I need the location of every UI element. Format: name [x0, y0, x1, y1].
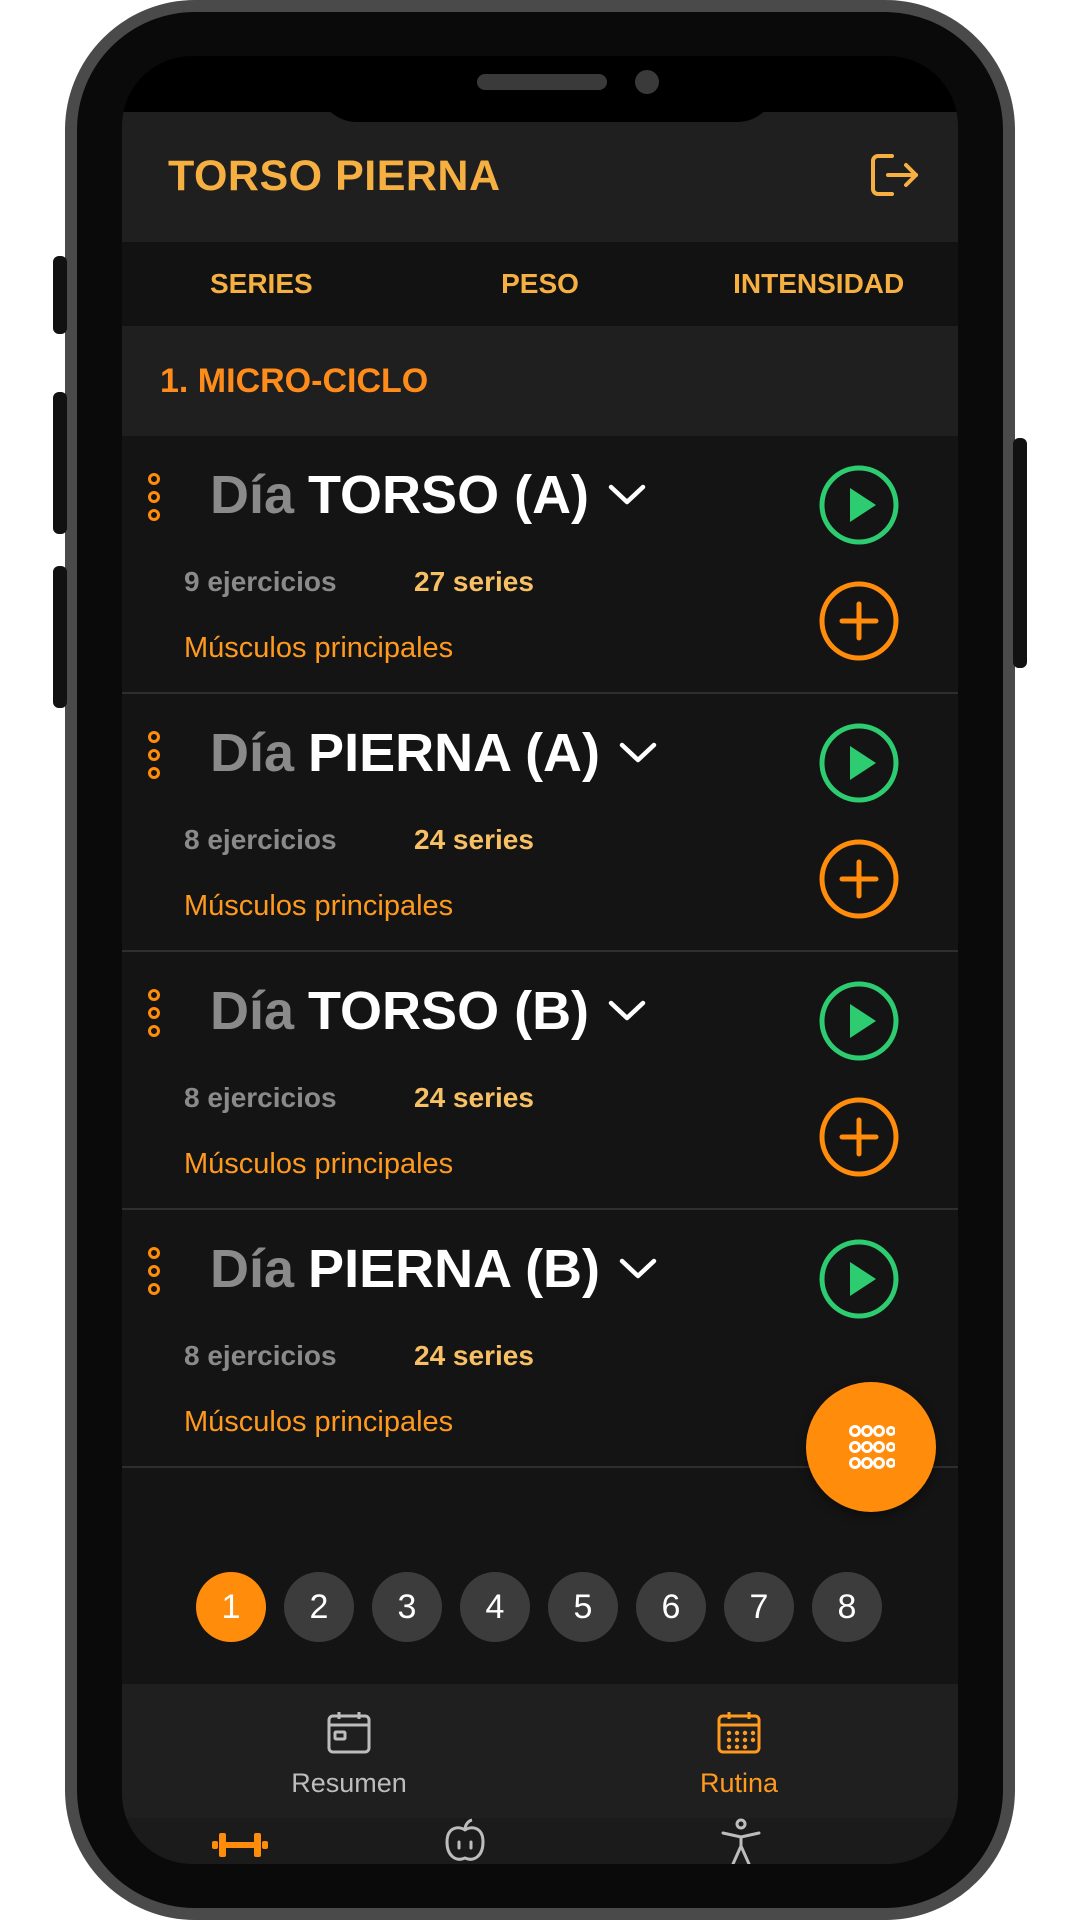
day-name: TORSO (B): [308, 981, 590, 1041]
day-card: Día PIERNA (A) 8 ejercicios 24 series Mú…: [122, 694, 958, 952]
exercise-count: 8 ejercicios: [184, 1082, 337, 1113]
phone-screen: TORSO PIERNA SERIES PESO INTENSIDAD 1. M…: [122, 56, 958, 1864]
app: TORSO PIERNA SERIES PESO INTENSIDAD 1. M…: [122, 112, 958, 1864]
phone-volume-up-button: [53, 392, 67, 534]
subnav-resumen[interactable]: Resumen: [259, 1708, 439, 1808]
bottom-navigation: [122, 1818, 958, 1864]
series-count: 27 series: [414, 566, 534, 597]
subnav-rutina[interactable]: Rutina: [649, 1708, 829, 1808]
chevron-down-icon[interactable]: [618, 1256, 658, 1282]
play-button[interactable]: [818, 980, 900, 1062]
muscles-link[interactable]: Músculos principales: [184, 890, 453, 923]
play-button[interactable]: [818, 464, 900, 546]
dumbbell-icon[interactable]: [212, 1830, 268, 1860]
top-bar: TORSO PIERNA: [122, 112, 958, 242]
tab-peso[interactable]: PESO: [401, 242, 680, 326]
cycle-header: 1. MICRO-CICLO: [122, 326, 958, 436]
subnav-label: Resumen: [291, 1768, 407, 1798]
front-camera: [635, 70, 659, 94]
exercise-count: 8 ejercicios: [184, 1340, 337, 1371]
day-title[interactable]: Día PIERNA (A): [210, 722, 658, 784]
day-prefix: Día: [210, 723, 295, 783]
drag-handle-icon[interactable]: [146, 730, 162, 780]
tab-intensidad[interactable]: INTENSIDAD: [679, 242, 958, 326]
series-count: 24 series: [414, 1340, 534, 1371]
chevron-down-icon[interactable]: [607, 998, 647, 1024]
page-button[interactable]: 6: [636, 1572, 706, 1642]
drag-handle-icon[interactable]: [146, 1246, 162, 1296]
grid-icon: [849, 1425, 895, 1469]
page-button[interactable]: 4: [460, 1572, 530, 1642]
day-prefix: Día: [210, 1239, 295, 1299]
page-button[interactable]: 2: [284, 1572, 354, 1642]
phone-mute-button: [53, 256, 67, 334]
page-button[interactable]: 7: [724, 1572, 794, 1642]
exercise-count: 9 ejercicios: [184, 566, 337, 597]
sub-navigation: Resumen Rutina: [122, 1684, 958, 1818]
day-name: PIERNA (A): [308, 723, 601, 783]
day-title[interactable]: Día PIERNA (B): [210, 1238, 658, 1300]
chevron-down-icon[interactable]: [618, 740, 658, 766]
day-prefix: Día: [210, 465, 295, 525]
series-count: 24 series: [414, 824, 534, 855]
tab-bar: SERIES PESO INTENSIDAD: [122, 242, 958, 326]
microcycle-pager: 1 2 3 4 5 6 7 8: [196, 1572, 896, 1642]
add-button[interactable]: [818, 838, 900, 920]
add-button[interactable]: [818, 580, 900, 662]
grid-menu-button[interactable]: [806, 1382, 936, 1512]
chevron-down-icon[interactable]: [607, 482, 647, 508]
cycle-title: 1. MICRO-CICLO: [160, 362, 429, 400]
calendar-icon: [327, 1712, 371, 1754]
drag-handle-icon[interactable]: [146, 472, 162, 522]
day-prefix: Día: [210, 981, 295, 1041]
page-button[interactable]: 3: [372, 1572, 442, 1642]
series-count: 24 series: [414, 1082, 534, 1113]
muscles-link[interactable]: Músculos principales: [184, 1406, 453, 1439]
day-title[interactable]: Día TORSO (A): [210, 464, 647, 526]
apple-icon[interactable]: [442, 1818, 488, 1864]
day-name: PIERNA (B): [308, 1239, 601, 1299]
muscles-link[interactable]: Músculos principales: [184, 1148, 453, 1181]
day-card: Día TORSO (B) 8 ejercicios 24 series Mús…: [122, 952, 958, 1210]
logout-icon[interactable]: [868, 150, 922, 200]
subnav-label: Rutina: [699, 1768, 779, 1798]
phone-volume-down-button: [53, 566, 67, 708]
add-button[interactable]: [818, 1096, 900, 1178]
play-button[interactable]: [818, 1238, 900, 1320]
day-title[interactable]: Día TORSO (B): [210, 980, 647, 1042]
tab-series[interactable]: SERIES: [122, 242, 401, 326]
page-button[interactable]: 8: [812, 1572, 882, 1642]
page-button[interactable]: 5: [548, 1572, 618, 1642]
page-button[interactable]: 1: [196, 1572, 266, 1642]
speaker: [477, 74, 607, 90]
day-name: TORSO (A): [308, 465, 590, 525]
muscles-link[interactable]: Músculos principales: [184, 632, 453, 665]
page-title: TORSO PIERNA: [168, 152, 501, 200]
drag-handle-icon[interactable]: [146, 988, 162, 1038]
day-card: Día TORSO (A) 9 ejercicios 27 series Mús…: [122, 436, 958, 694]
notch: [317, 56, 777, 122]
accessibility-icon[interactable]: [718, 1818, 764, 1864]
exercise-count: 8 ejercicios: [184, 824, 337, 855]
calendar-grid-icon: [717, 1712, 761, 1754]
phone-power-button: [1013, 438, 1027, 668]
play-button[interactable]: [818, 722, 900, 804]
